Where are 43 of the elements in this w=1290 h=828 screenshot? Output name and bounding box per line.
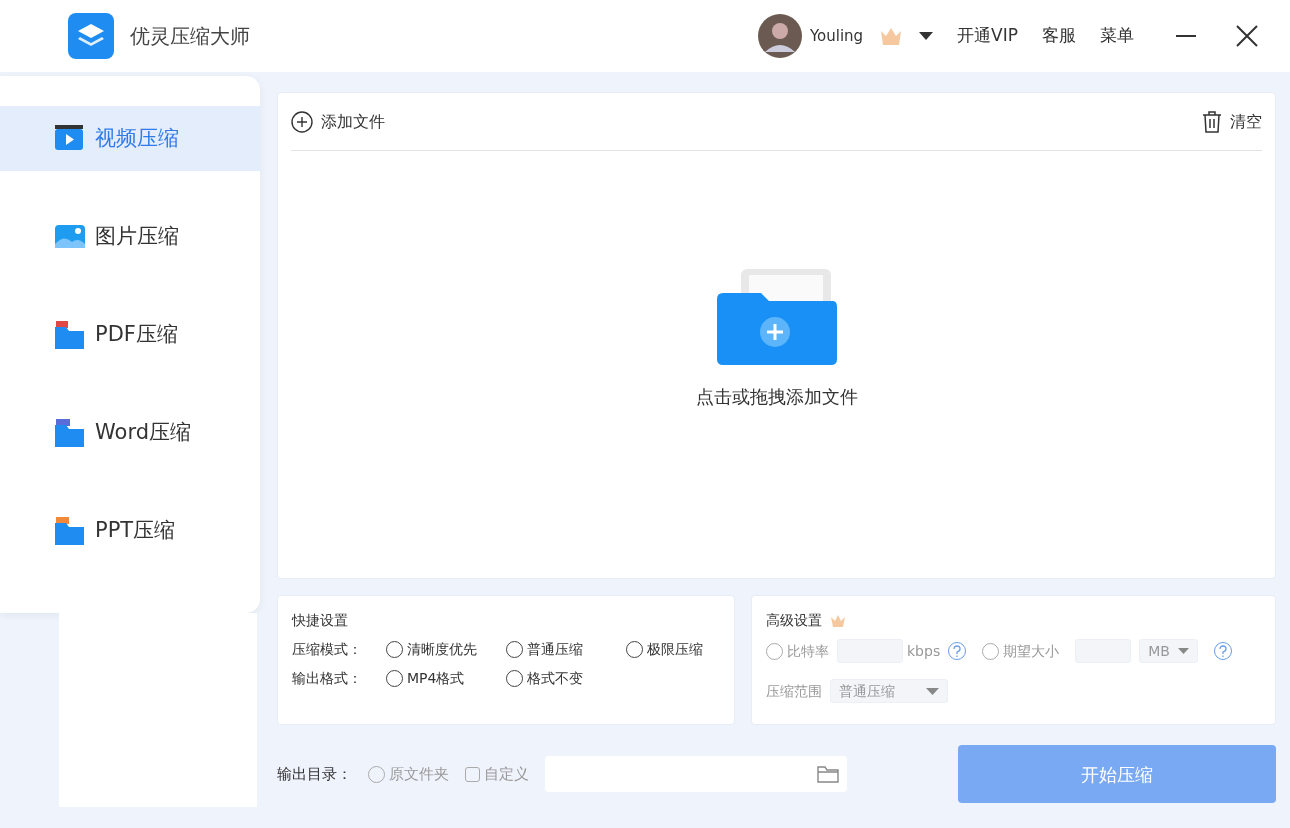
unit-label: kbps: [907, 641, 941, 661]
caret-icon: [926, 687, 939, 695]
question-icon: [1217, 645, 1228, 657]
header-link[interactable]: 开通VIP: [957, 23, 1018, 49]
minimize-icon: [1176, 35, 1196, 37]
header-link[interactable]: 菜单: [1100, 23, 1134, 49]
crown-icon: [830, 613, 846, 628]
field-label: 输出目录：: [277, 763, 352, 785]
question-icon: [952, 645, 963, 657]
word-icon: [54, 417, 85, 448]
app-title: 优灵压缩大师: [130, 23, 250, 50]
clear-button[interactable]: 清空: [1202, 109, 1262, 134]
field-label: 压缩范围: [766, 681, 822, 701]
sidebar-item[interactable]: 图片压缩: [0, 204, 260, 269]
panel-title: 快捷设置: [292, 611, 349, 630]
add-file-button[interactable]: 添加文件: [291, 109, 385, 134]
caret-icon: [1177, 648, 1189, 654]
trash-icon: [1202, 110, 1222, 133]
radio-option[interactable]: 极限压缩: [626, 639, 703, 660]
output-path-field[interactable]: [545, 756, 847, 792]
field-label: 压缩模式：: [292, 640, 363, 659]
radio-option[interactable]: 清晰度优先: [386, 639, 506, 660]
add-icon: [291, 110, 313, 133]
header-link[interactable]: 客服: [1042, 23, 1076, 49]
panel-title: 高级设置: [766, 611, 822, 630]
folder-add-icon: [714, 267, 839, 367]
caret-icon: [919, 32, 934, 40]
app-logo-icon: [68, 13, 114, 59]
sidebar-item[interactable]: 视频压缩: [0, 106, 260, 171]
radio-option[interactable]: 普通压缩: [506, 639, 626, 660]
folder-icon: [817, 765, 839, 783]
user-name[interactable]: Youling: [809, 24, 864, 48]
sidebar-item[interactable]: PPT压缩: [0, 498, 260, 563]
field-label: 输出格式：: [292, 669, 363, 688]
drop-hint[interactable]: 点击或拖拽添加文件: [695, 383, 858, 410]
avatar-icon: [757, 14, 802, 58]
radio-option[interactable]: 格式不变: [506, 668, 626, 689]
close-icon: [1236, 25, 1258, 47]
ppt-icon: [54, 515, 85, 546]
radio-option[interactable]: MP4格式: [386, 668, 506, 689]
pdf-icon: [54, 319, 85, 350]
sidebar-item[interactable]: PDF压缩: [0, 302, 260, 367]
sidebar-item[interactable]: Word压缩: [0, 400, 260, 465]
